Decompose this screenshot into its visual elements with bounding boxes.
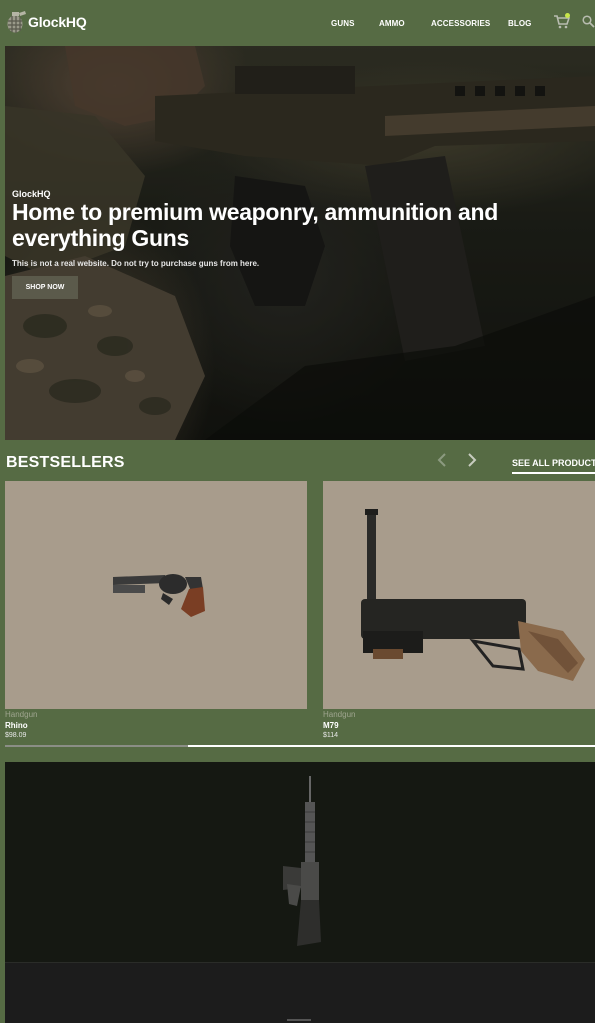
product-category: Handgun [5, 710, 38, 719]
featured-product-indicator [287, 1019, 311, 1021]
product-price: $114 [323, 732, 339, 739]
shop-now-button[interactable]: SHOP NOW [12, 276, 78, 299]
nav-ammo[interactable]: AMMO [379, 19, 405, 28]
carousel-scroll-thumb[interactable] [5, 745, 188, 747]
hero-subtitle: This is not a real website. Do not try t… [12, 259, 260, 268]
chevron-right-icon[interactable] [465, 451, 479, 469]
cart-badge [565, 13, 570, 18]
nav-accessories[interactable]: ACCESSORIES [431, 19, 490, 28]
search-icon[interactable] [582, 15, 595, 28]
see-all-products-link[interactable]: SEE ALL PRODUCTS [512, 458, 595, 474]
hero-banner: GlockHQ Home to premium weaponry, ammuni… [5, 46, 595, 440]
nav-guns[interactable]: GUNS [331, 19, 355, 28]
bestsellers-title: BESTSELLERS [6, 454, 125, 471]
rifle-image [283, 776, 321, 946]
hero-eyebrow: GlockHQ [12, 189, 51, 199]
product-price: $98.09 [5, 732, 27, 739]
main-nav: GUNS AMMO ACCESSORIES BLOG [0, 0, 595, 46]
featured-product-footer [5, 962, 595, 1023]
site-header: GlockHQ GUNS AMMO ACCESSORIES BLOG [0, 0, 595, 46]
product-category: Handgun [323, 710, 356, 719]
revolver-image [113, 574, 205, 617]
product-name[interactable]: Rhino [5, 721, 28, 730]
product-image[interactable] [5, 481, 307, 709]
hero-title: Home to premium weaponry, ammunition and… [12, 199, 498, 251]
grenade-launcher-image [361, 509, 585, 681]
nav-blog[interactable]: BLOG [508, 19, 532, 28]
product-image[interactable] [323, 481, 595, 709]
chevron-left-icon[interactable] [435, 451, 449, 469]
product-name[interactable]: M79 [323, 721, 339, 730]
